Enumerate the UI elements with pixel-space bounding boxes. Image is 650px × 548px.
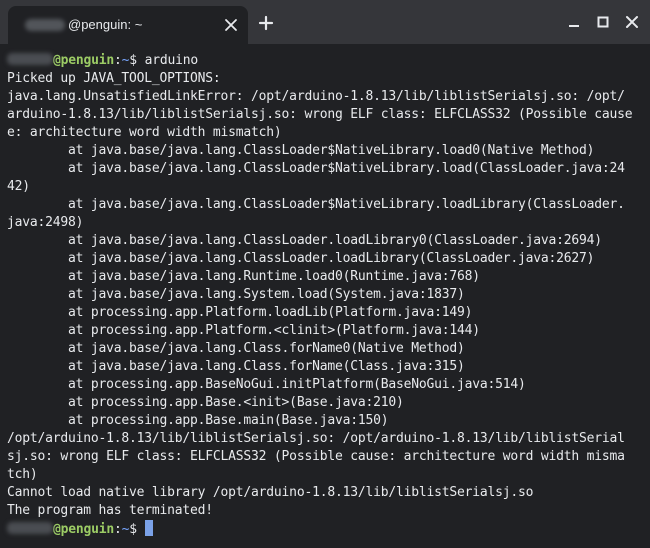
output-line: Picked up JAVA_TOOL_OPTIONS: <box>7 71 221 86</box>
output-line: at java.base/java.lang.Class.forName0(Na… <box>7 341 465 356</box>
blurred-username <box>7 53 53 65</box>
prompt-line: @penguin:~$ arduino <box>7 52 650 70</box>
terminal-output-area[interactable]: @penguin:~$ arduino Picked up JAVA_TOOL_… <box>0 44 650 548</box>
output-line: The program has terminated! <box>7 503 213 518</box>
maximize-icon[interactable] <box>594 13 612 31</box>
output-line: Cannot load native library /opt/arduino-… <box>7 485 534 500</box>
terminal-tab[interactable]: @penguin: ~ <box>8 6 248 44</box>
prompt-host: @penguin <box>53 53 115 68</box>
blurred-username <box>7 522 53 534</box>
tab-close-icon[interactable] <box>222 16 240 34</box>
prompt-host: @penguin <box>53 522 115 537</box>
output-line: /opt/arduino-1.8.13/lib/liblistSerialsj.… <box>7 431 625 446</box>
output-line: at java.base/java.lang.Runtime.load0(Run… <box>7 269 480 284</box>
prompt-symbol: $ <box>129 53 137 68</box>
output-line: at java.base/java.lang.ClassLoader.loadL… <box>7 251 595 266</box>
text-cursor <box>144 520 153 536</box>
blurred-username <box>25 19 65 31</box>
output-line: java:2498) <box>7 215 84 230</box>
terminal-window: @penguin: ~ @penguin:~$ arduino Picked u… <box>0 0 650 548</box>
output-line: sj.so: wrong ELF class: ELFCLASS32 (Poss… <box>7 449 625 464</box>
output-line: arduino-1.8.13/lib/liblistSerialsj.so: w… <box>7 107 633 122</box>
prompt-separator: : <box>114 53 122 68</box>
new-tab-plus-icon[interactable] <box>258 15 274 31</box>
tab-title: @penguin: ~ <box>68 17 143 32</box>
output-line: tch) <box>7 467 38 482</box>
prompt-separator: : <box>114 522 122 537</box>
title-bar: @penguin: ~ <box>0 0 650 44</box>
output-line: at java.base/java.lang.ClassLoader.loadL… <box>7 233 602 248</box>
prompt-line-current: @penguin:~$ <box>7 520 650 538</box>
output-line: at java.base/java.lang.System.load(Syste… <box>7 287 465 302</box>
output-line: java.lang.UnsatisfiedLinkError: /opt/ard… <box>7 89 625 104</box>
output-line: 42) <box>7 179 30 194</box>
output-line: at java.base/java.lang.ClassLoader$Nativ… <box>7 161 625 176</box>
command-output: Picked up JAVA_TOOL_OPTIONS: java.lang.Un… <box>7 70 650 520</box>
prompt-symbol: $ <box>129 522 137 537</box>
output-line: at processing.app.Platform.loadLib(Platf… <box>7 305 473 320</box>
minimize-icon[interactable] <box>565 13 583 31</box>
window-close-icon[interactable] <box>623 13 641 31</box>
output-line: at java.base/java.lang.ClassLoader$Nativ… <box>7 197 625 212</box>
typed-command: arduino <box>136 53 199 68</box>
output-line: at processing.app.Base.<init>(Base.java:… <box>7 395 404 410</box>
output-line: at processing.app.Base.main(Base.java:15… <box>7 413 389 428</box>
output-line: e: architecture word width mismatch) <box>7 125 282 140</box>
output-line: at java.base/java.lang.ClassLoader$Nativ… <box>7 143 595 158</box>
output-line: at java.base/java.lang.Class.forName(Cla… <box>7 359 465 374</box>
output-line: at processing.app.BaseNoGui.initPlatform… <box>7 377 526 392</box>
output-line: at processing.app.Platform.<clinit>(Plat… <box>7 323 480 338</box>
